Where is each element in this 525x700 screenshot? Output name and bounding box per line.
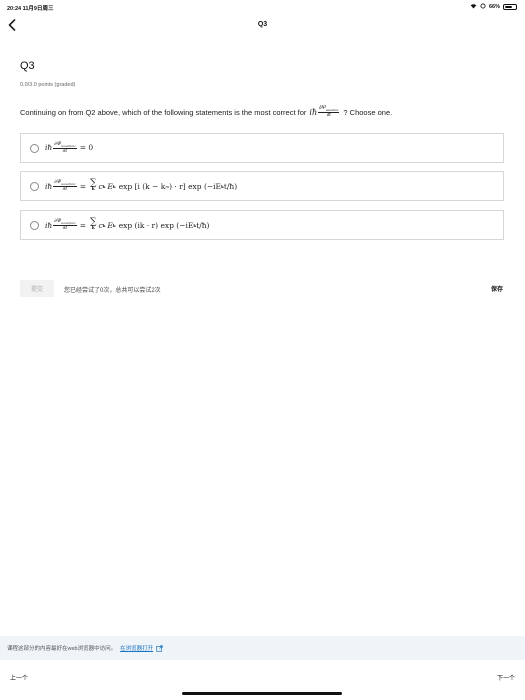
- question-prompt: Continuing on from Q2 above, which of th…: [20, 105, 393, 119]
- prompt-frac-den: ∂t: [326, 112, 331, 119]
- prompt-suffix: ? Choose one.: [343, 107, 393, 117]
- formula-term-2: ) · r] exp (−iE: [169, 181, 222, 191]
- option-formula: iħ ∂Ψwavefunc ∂t = ∑ k ck Ek exp [i (k −…: [45, 179, 237, 193]
- prompt-text: Continuing on from Q2 above, which of th…: [20, 107, 307, 117]
- summation: ∑ k: [90, 218, 96, 232]
- formula-fraction: ∂Ψwavefunc ∂t: [53, 179, 77, 193]
- home-indicator[interactable]: [182, 692, 342, 695]
- browser-banner: 课程这部分的内容最好在web浏览器中访问。 在浏览器打开: [0, 636, 525, 660]
- answer-option-1[interactable]: iħ ∂Ψwavefunc ∂t = 0: [20, 133, 504, 163]
- formula-term: exp [i (k − k: [118, 181, 166, 191]
- battery-percent: 66%: [488, 4, 500, 10]
- energy-e-sub: k: [112, 222, 116, 228]
- formula-rhs: = 0: [79, 143, 94, 153]
- formula-prefix: iħ: [45, 143, 53, 153]
- banner-content: 课程这部分的内容最好在web浏览器中访问。 在浏览器打开: [7, 644, 163, 652]
- external-link-icon[interactable]: [156, 644, 163, 652]
- open-in-browser-link[interactable]: 在浏览器打开: [120, 644, 153, 652]
- location-icon: [480, 3, 486, 11]
- points-status: 0.0/3.0 points (graded): [20, 82, 76, 88]
- prompt-frac-num: ∂Ψ: [319, 105, 326, 111]
- answer-option-2[interactable]: iħ ∂Ψwavefunc ∂t = ∑ k ck Ek exp [i (k −…: [20, 171, 504, 201]
- frac-den: ∂t: [62, 147, 68, 154]
- formula-term-3: t/ħ): [223, 181, 238, 191]
- formula-fraction: ∂Ψwavefunc ∂t: [53, 141, 77, 155]
- summation: ∑ k: [90, 179, 96, 193]
- next-button[interactable]: 下一个: [497, 673, 515, 682]
- sum-index: k: [91, 187, 95, 193]
- radio-button[interactable]: [30, 220, 39, 230]
- wifi-icon: [470, 3, 477, 11]
- formula-term: exp (ik · r) exp (−iE: [118, 220, 194, 230]
- answer-option-3[interactable]: iħ ∂Ψwavefunc ∂t = ∑ k ck Ek exp (ik · r…: [20, 210, 504, 240]
- option-formula: iħ ∂Ψwavefunc ∂t = 0: [45, 141, 94, 155]
- nav-bar: Q3: [0, 14, 525, 36]
- formula-prefix: iħ: [45, 220, 53, 230]
- frac-num-sub: wavefunc: [61, 220, 76, 225]
- formula-equals: =: [79, 181, 86, 191]
- banner-message: 课程这部分的内容最好在web浏览器中访问。: [7, 646, 117, 652]
- question-title: Q3: [20, 60, 35, 72]
- status-indicators: 66%: [470, 3, 517, 11]
- status-bar: 20:24 11月9日周三 66%: [0, 0, 525, 14]
- formula-term-3: t/ħ): [196, 220, 210, 230]
- status-time: 20:24 11月9日周三: [7, 6, 54, 12]
- coeff-c-sub: k: [102, 183, 106, 189]
- frac-den: ∂t: [62, 224, 68, 231]
- prompt-fraction: ∂Ψwavefunc ∂t: [318, 105, 340, 119]
- radio-button[interactable]: [30, 143, 39, 153]
- formula-fraction: ∂Ψwavefunc ∂t: [53, 218, 77, 232]
- save-button[interactable]: 保存: [491, 284, 503, 293]
- coeff-c-sub: k: [102, 222, 106, 228]
- submit-button[interactable]: 提交: [20, 280, 54, 297]
- battery-fill: [505, 6, 512, 8]
- previous-button[interactable]: 上一个: [10, 673, 28, 682]
- energy-e-sub: k: [112, 183, 116, 189]
- sum-index: k: [91, 226, 95, 232]
- formula-equals: =: [79, 220, 86, 230]
- battery-icon: [503, 4, 517, 10]
- nav-title: Q3: [257, 21, 268, 28]
- radio-button[interactable]: [30, 181, 39, 191]
- frac-num-sub: wavefunc: [61, 181, 76, 186]
- attempts-text: 您已经尝试了0次，总共可以尝试2次: [64, 288, 161, 294]
- formula-prefix: iħ: [45, 181, 53, 191]
- option-formula: iħ ∂Ψwavefunc ∂t = ∑ k ck Ek exp (ik · r…: [45, 218, 210, 232]
- frac-num-sub: wavefunc: [61, 143, 76, 148]
- prompt-math-prefix: iħ: [309, 107, 318, 117]
- frac-den: ∂t: [62, 185, 68, 192]
